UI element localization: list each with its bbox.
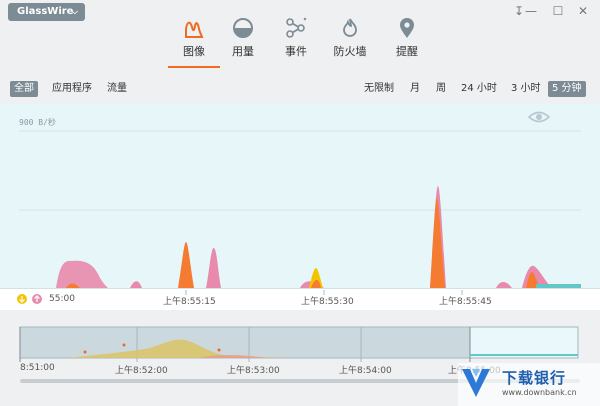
range-week[interactable]: 周	[432, 81, 450, 97]
usage-icon	[233, 18, 253, 38]
watermark-title: 下载银行	[502, 369, 567, 387]
tab-usage[interactable]: 用量	[217, 17, 269, 59]
title-bar: GlassWire ⌵ ↧ — ☐ ✕ 图像 用量 事件 防火墙 提醒	[0, 0, 600, 70]
tab-label: 事件	[285, 45, 307, 58]
app-name: GlassWire	[17, 6, 74, 17]
filter-bar: 全部 应用程序 流量 无限制 月 周 24 小时 3 小时 5 分钟	[0, 70, 600, 105]
watermark-url: www.downbank.cn	[502, 388, 577, 397]
scale-label: 900 B/秒	[19, 118, 56, 127]
tab-events[interactable]: 事件	[270, 17, 322, 59]
tab-graph[interactable]: 图像	[168, 17, 220, 68]
timeline-label: 上午8:55:45	[439, 297, 492, 307]
watermark: 下载银行 www.downbank.cn	[458, 363, 600, 406]
overview-label: 8:51:00	[20, 363, 55, 373]
upload-area	[56, 260, 108, 288]
events-icon	[286, 17, 307, 38]
range-month[interactable]: 月	[406, 81, 424, 97]
filter-traffic[interactable]: 流量	[103, 81, 131, 97]
range-3h[interactable]: 3 小时	[507, 81, 545, 97]
overview-label: 上午8:53:00	[227, 366, 280, 376]
overview-label: 上午8:52:00	[115, 366, 168, 376]
upload-area	[130, 281, 142, 288]
minimize-button[interactable]: —	[524, 4, 538, 18]
tab-label: 提醒	[396, 45, 418, 58]
app-menu-button[interactable]: GlassWire ⌵	[8, 3, 85, 21]
range-24h[interactable]: 24 小时	[457, 81, 501, 97]
tab-label: 用量	[232, 45, 254, 58]
filter-all[interactable]: 全部	[10, 81, 38, 97]
download-area	[178, 242, 194, 288]
range-unlimited[interactable]: 无限制	[360, 81, 398, 97]
filter-apps[interactable]: 应用程序	[48, 81, 96, 97]
tab-alerts[interactable]: 提醒	[381, 17, 433, 59]
tab-label: 图像	[183, 45, 205, 58]
alert-icon	[400, 18, 414, 38]
traffic-graph[interactable]: 900 B/秒	[0, 104, 600, 288]
firewall-icon	[343, 18, 357, 37]
upload-area	[206, 247, 221, 288]
timeline-label: 上午8:55:30	[301, 297, 354, 307]
close-button[interactable]: ✕	[576, 4, 590, 18]
tab-label: 防火墙	[333, 45, 367, 58]
timeline-axis	[0, 288, 600, 311]
tab-firewall[interactable]: 防火墙	[324, 17, 376, 59]
timeline-label: 上午8:55:15	[163, 297, 216, 307]
eye-icon[interactable]	[527, 111, 551, 123]
maximize-button[interactable]: ☐	[551, 4, 565, 18]
overview-label: 上午8:54:00	[339, 366, 392, 376]
overview-selection-window[interactable]	[469, 326, 579, 359]
chevron-down-icon: ⌵	[71, 7, 78, 16]
timeline-label: 55:00	[49, 294, 75, 304]
range-5min[interactable]: 5 分钟	[548, 81, 586, 97]
graph-icon	[185, 21, 204, 38]
